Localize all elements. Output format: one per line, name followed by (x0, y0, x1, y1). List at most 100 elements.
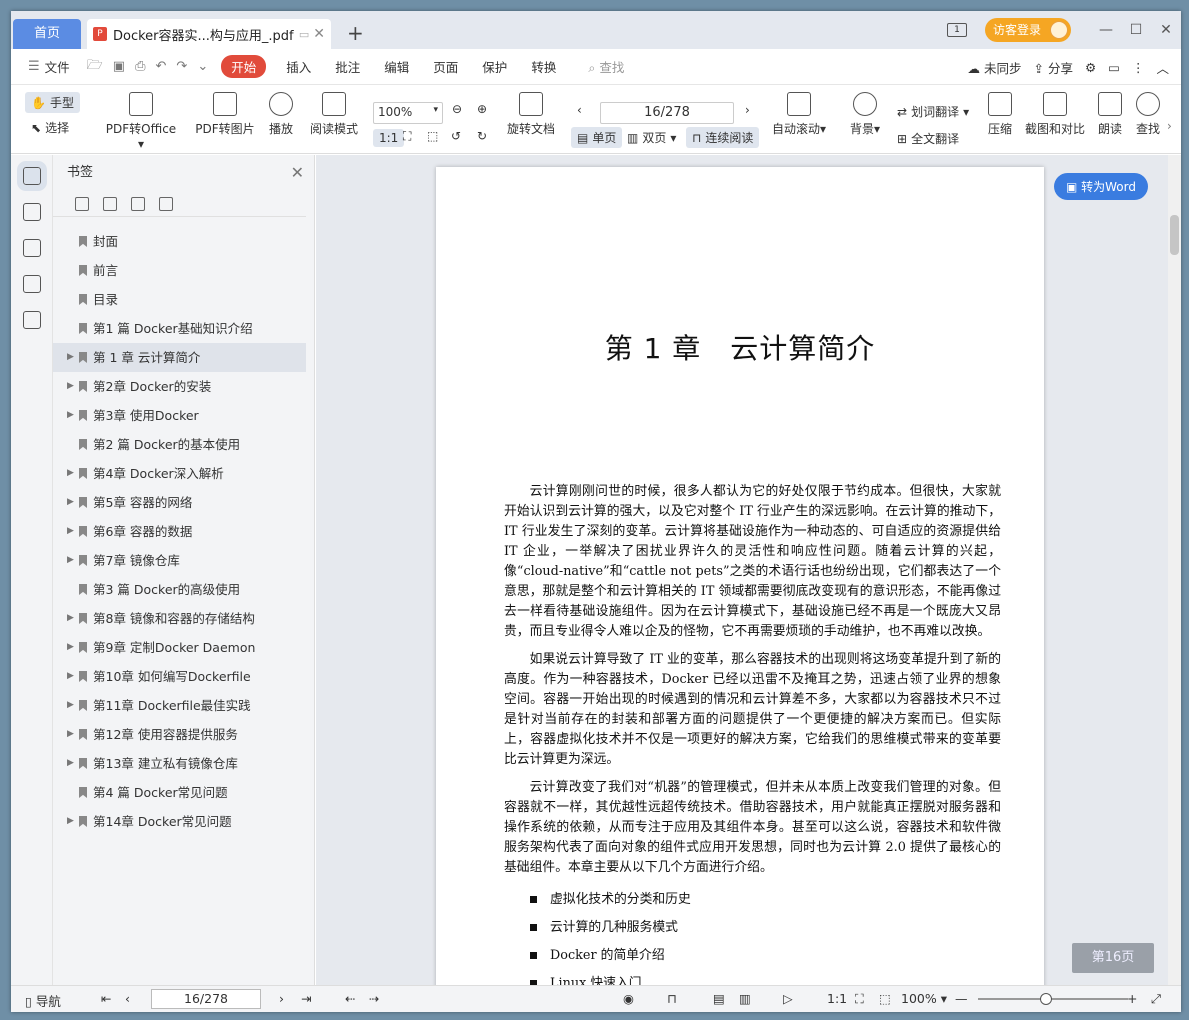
home-tab[interactable]: 首页 (13, 19, 81, 49)
sync-status[interactable]: ☁ 未同步 (967, 58, 1021, 77)
expand-arrow-icon[interactable]: ▶ (67, 691, 74, 720)
bookmark-item[interactable]: ▶ 第14章 Docker常见问题 (53, 807, 314, 836)
bookmark-item[interactable]: 目录 (53, 285, 314, 314)
zoom-out-icon[interactable]: ⊖ (452, 102, 462, 116)
fit-page-status-icon[interactable]: ⛶ (855, 991, 864, 1007)
document-tab[interactable]: P Docker容器实...构与应用_.pdf ▭ ✕ (87, 19, 331, 49)
save-icon[interactable]: ▣ (113, 59, 125, 74)
pdf-to-image-button[interactable]: PDF转图片 (193, 92, 257, 137)
bookmark-item[interactable]: ▶ 第13章 建立私有镜像仓库 (53, 749, 314, 778)
find-button[interactable]: 查找 (1133, 92, 1163, 137)
word-translate-button[interactable]: ⇄ 划词翻译 ▾ (897, 103, 969, 120)
fullscreen-icon[interactable]: ⤢ (1151, 991, 1161, 1007)
zoom-plus-icon[interactable]: + (1127, 991, 1137, 1006)
bookmark-item[interactable]: ▶ 第 1 章 云计算简介 (53, 343, 306, 372)
settings-icon[interactable]: ⚙ (1085, 60, 1096, 75)
add-bookmark-icon[interactable] (131, 196, 145, 211)
status-page-input[interactable]: 16/278 (151, 989, 261, 1009)
maximize-button[interactable]: ☐ (1121, 22, 1151, 38)
bookmark-item[interactable]: ▶ 第4章 Docker深入解析 (53, 459, 314, 488)
bookmark-icon[interactable] (159, 196, 173, 211)
redo-icon[interactable]: ↷ (176, 59, 187, 74)
bookmark-item[interactable]: ▶ 第6章 容器的数据 (53, 517, 314, 546)
back-icon[interactable]: ⇠ (345, 991, 355, 1006)
bookmark-item[interactable]: 第4 篇 Docker常见问题 (53, 778, 314, 807)
bookmark-item[interactable]: ▶ 第11章 Dockerfile最佳实践 (53, 691, 314, 720)
print-icon[interactable]: ⎙ (135, 59, 145, 74)
vertical-scrollbar[interactable] (1168, 155, 1181, 985)
zoom-minus-icon[interactable]: — (955, 991, 968, 1006)
expand-arrow-icon[interactable]: ▶ (67, 459, 74, 488)
signature-panel-icon[interactable] (22, 311, 41, 329)
bookmark-item[interactable]: ▶ 第9章 定制Docker Daemon (53, 633, 314, 662)
new-tab-button[interactable]: + (347, 21, 364, 45)
expand-arrow-icon[interactable]: ▶ (67, 488, 74, 517)
pdf-to-office-button[interactable]: PDF转Office ▾ (101, 92, 181, 151)
hamburger-icon[interactable]: ☰ (28, 59, 40, 74)
bookmark-item[interactable]: 封面 (53, 227, 314, 256)
first-page-icon[interactable]: ⇤ (101, 991, 111, 1006)
forward-icon[interactable]: ⇢ (369, 991, 379, 1006)
menu-page[interactable]: 页面 (433, 57, 458, 76)
bookmark-item[interactable]: 第1 篇 Docker基础知识介绍 (53, 314, 314, 343)
window-count-badge[interactable]: 1 (946, 23, 967, 37)
actual-size-icon[interactable]: 1:1 (373, 129, 405, 147)
rotate-doc-button[interactable]: 旋转文档 (505, 92, 557, 137)
attachment-panel-icon[interactable] (22, 275, 41, 293)
double-page-status-icon[interactable]: ▥ (739, 991, 751, 1006)
bookmark-item[interactable]: ▶ 第3章 使用Docker (53, 401, 314, 430)
zoom-in-icon[interactable]: ⊕ (477, 102, 487, 116)
expand-arrow-icon[interactable]: ▶ (67, 517, 74, 546)
bookmark-item[interactable]: ▶ 第7章 镜像仓库 (53, 546, 314, 575)
annotation-panel-icon[interactable] (22, 239, 41, 257)
expand-arrow-icon[interactable]: ▶ (67, 372, 74, 401)
search-box[interactable]: ⌕ 查找 (588, 57, 624, 76)
read-mode-button[interactable]: 阅读模式 (305, 92, 363, 137)
scroll-thumb[interactable] (1170, 215, 1179, 255)
rotate-right-icon[interactable]: ↻ (477, 129, 487, 143)
bookmark-item[interactable]: ▶ 第8章 镜像和容器的存储结构 (53, 604, 314, 633)
zoom-slider[interactable] (978, 993, 1128, 1005)
fit-width-icon[interactable]: ⬚ (427, 129, 438, 143)
menu-start[interactable]: 开始 (221, 55, 267, 78)
menu-protect[interactable]: 保护 (482, 57, 507, 76)
expand-arrow-icon[interactable]: ▶ (67, 749, 74, 778)
open-folder-icon[interactable]: 🗁 (87, 56, 103, 78)
bookmark-item[interactable]: ▶ 第10章 如何编写Dockerfile (53, 662, 314, 691)
page-number-input[interactable]: 16/278 (600, 102, 734, 124)
next-page-icon[interactable]: › (745, 103, 750, 117)
bookmark-item[interactable]: ▶ 第2章 Docker的安装 (53, 372, 314, 401)
collapse-all-icon[interactable] (103, 196, 117, 211)
menu-annotate[interactable]: 批注 (335, 57, 360, 76)
bookmark-item[interactable]: ▶ 第5章 容器的网络 (53, 488, 314, 517)
bookmark-panel-icon[interactable] (16, 161, 47, 191)
prev-page-icon[interactable]: ‹ (577, 103, 582, 117)
close-button[interactable]: ✕ (1151, 22, 1181, 38)
menu-insert[interactable]: 插入 (286, 57, 311, 76)
background-button[interactable]: 背景▾ (847, 92, 883, 137)
last-page-icon[interactable]: ⇥ (301, 991, 311, 1006)
menu-convert[interactable]: 转换 (531, 57, 556, 76)
more-dropdown-icon[interactable]: ⌄ (197, 59, 208, 74)
bookmark-item[interactable]: ▶ 第12章 使用容器提供服务 (53, 720, 314, 749)
comment-icon[interactable]: ▭ (1108, 60, 1120, 75)
expand-arrow-icon[interactable]: ▶ (67, 720, 74, 749)
read-aloud-button[interactable]: 朗读 (1095, 92, 1125, 137)
expand-arrow-icon[interactable]: ▶ (67, 546, 74, 575)
continuous-status-icon[interactable]: ⊓ (667, 991, 677, 1006)
continuous-read-button[interactable]: ⊓ 连续阅读 (686, 127, 760, 148)
expand-arrow-icon[interactable]: ▶ (67, 604, 74, 633)
screenshot-compare-button[interactable]: 截图和对比 (1023, 92, 1087, 137)
bookmark-item[interactable]: 第2 篇 Docker的基本使用 (53, 430, 314, 459)
expand-arrow-icon[interactable]: ▶ (67, 343, 74, 372)
fit-page-icon[interactable]: ⛶ (403, 129, 411, 144)
select-tool-button[interactable]: ⬉ 选择 (31, 119, 69, 136)
double-page-button[interactable]: ▥ 双页 ▾ (627, 129, 676, 146)
convert-to-word-button[interactable]: ▣ 转为Word (1053, 173, 1148, 200)
undo-icon[interactable]: ↶ (156, 59, 167, 74)
fit-width-status-icon[interactable]: ⬚ (879, 991, 891, 1006)
guest-login-button[interactable]: 访客登录 (984, 18, 1071, 42)
expand-all-icon[interactable] (75, 196, 89, 211)
document-viewer[interactable]: 第 1 章 云计算简介 云计算刚刚问世的时候，很多人都认为它的好处仅限于节约成本… (316, 155, 1168, 997)
rotate-left-icon[interactable]: ↺ (451, 129, 461, 143)
